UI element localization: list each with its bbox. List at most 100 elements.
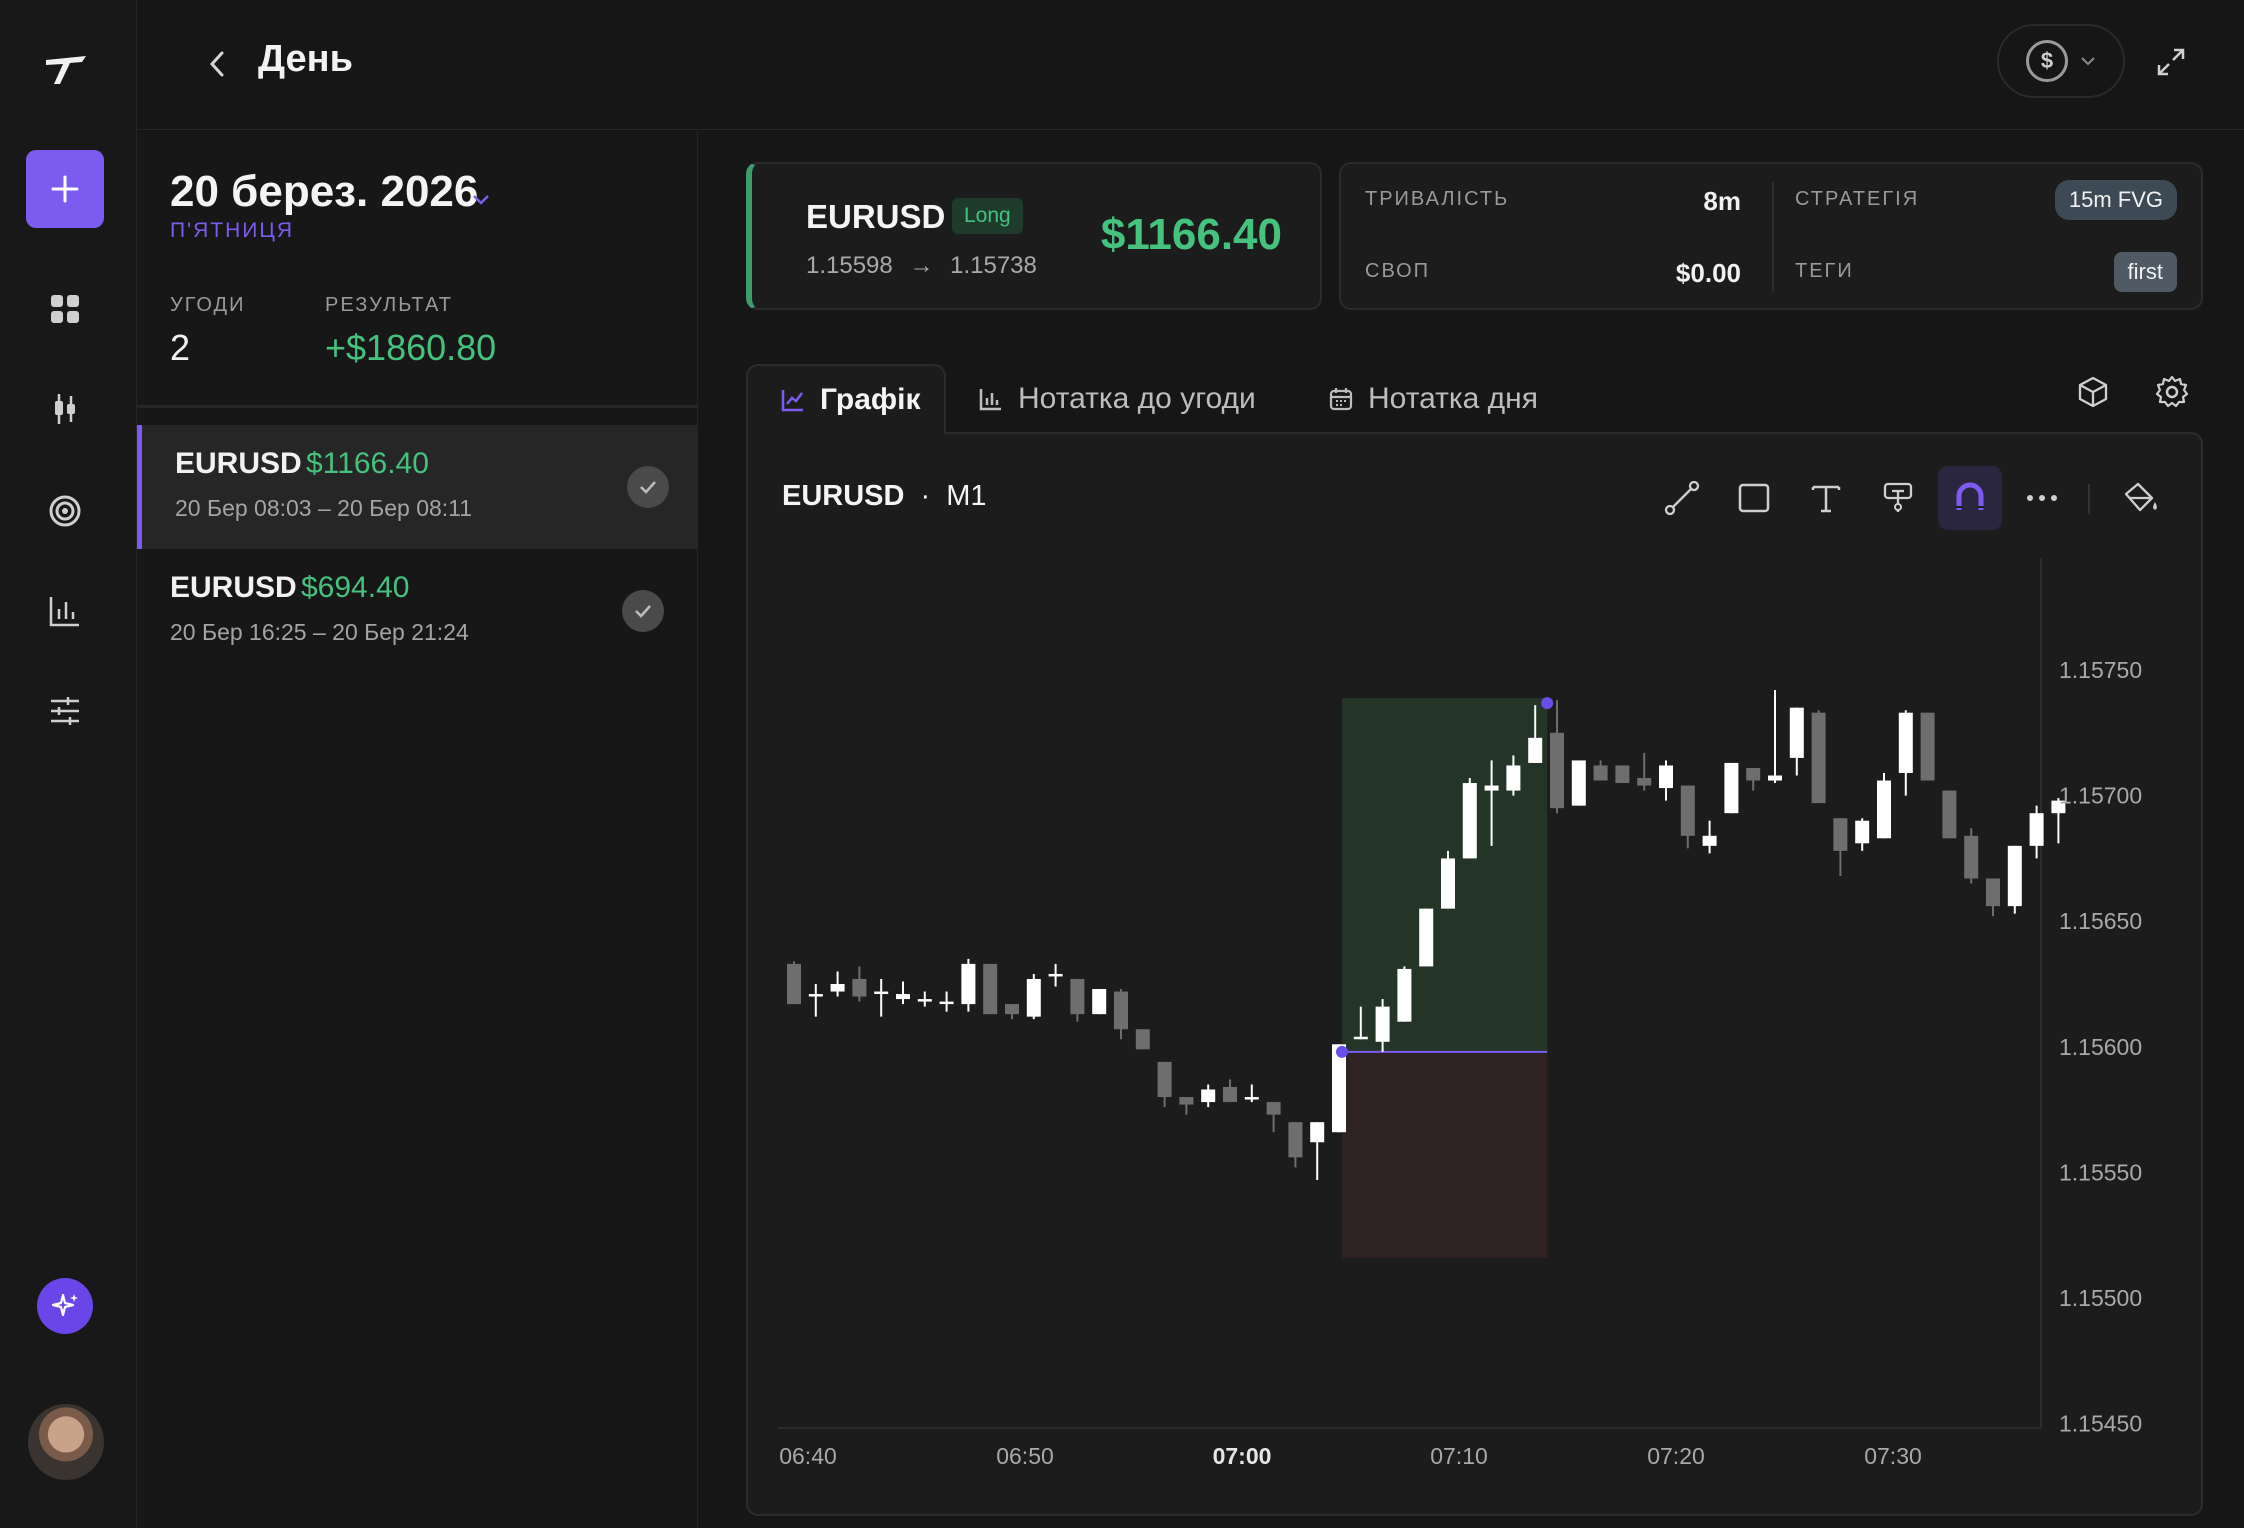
candle-body <box>1310 1122 1325 1143</box>
candle-body <box>1375 1006 1390 1042</box>
candle-body <box>896 994 910 1000</box>
candle-body <box>808 994 823 997</box>
loss-zone <box>1342 1051 1548 1258</box>
gear-icon <box>2155 375 2189 408</box>
candle-body <box>1920 712 1935 781</box>
date-title[interactable]: 20 берез. 2026 <box>170 167 478 217</box>
bar-chart-icon <box>979 389 1001 411</box>
candle-body <box>1048 973 1063 977</box>
chevron-down-icon[interactable] <box>471 193 491 207</box>
plus-icon <box>51 175 79 203</box>
ai-assistant-button[interactable] <box>37 1278 93 1334</box>
trade-list-item[interactable]: EURUSD $694.40 20 Бер 16:25 – 20 Бер 21:… <box>137 549 697 673</box>
weekday-label: П'ЯТНИЦЯ <box>170 219 295 242</box>
candle-body <box>1942 790 1957 839</box>
reports-nav[interactable] <box>40 586 90 636</box>
check-icon <box>627 466 669 508</box>
calendar-icon <box>1329 388 1353 411</box>
add-trade-button[interactable] <box>26 150 104 228</box>
settings-nav[interactable] <box>40 686 90 736</box>
trades-nav[interactable] <box>40 384 90 434</box>
candle-body <box>1986 878 2000 907</box>
candle-body <box>1157 1061 1172 1098</box>
chevron-down-icon <box>2081 57 2095 66</box>
x-tick-label: 06:50 <box>996 1443 1054 1469</box>
tag-pill[interactable]: first <box>2113 252 2177 292</box>
candles-icon <box>55 394 75 424</box>
entry-exit-prices: 1.15598 → 1.15738 <box>806 252 1037 280</box>
candle-body <box>1462 783 1477 859</box>
sliders-icon <box>51 697 79 725</box>
candle-body <box>1353 1036 1368 1040</box>
candle-body <box>961 963 976 1005</box>
chart-settings-button[interactable] <box>2150 370 2194 414</box>
candle-body <box>1724 762 1739 814</box>
user-avatar[interactable] <box>28 1404 104 1480</box>
tab-label: Графік <box>820 383 921 416</box>
y-tick-label: 1.15700 <box>2059 783 2142 809</box>
strategy-pill[interactable]: 15m FVG <box>2054 180 2177 220</box>
goals-nav[interactable] <box>40 486 90 536</box>
trades-count-label: УГОДИ <box>170 294 246 316</box>
candle-body <box>1441 858 1455 909</box>
candlestick-chart[interactable]: 1.15750 1.15700 1.15650 1.15600 1.15550 1.155… <box>748 434 2201 1514</box>
candle-body <box>1179 1097 1194 1105</box>
direction-badge: Long <box>952 198 1023 234</box>
chevron-left-icon <box>209 51 224 77</box>
candle-body <box>2029 813 2044 846</box>
candle-body <box>830 984 845 992</box>
trade-list-item[interactable]: EURUSD $1166.40 20 Бер 08:03 – 20 Бер 08… <box>137 425 697 549</box>
fullscreen-button[interactable] <box>2149 40 2193 84</box>
y-tick-label: 1.15500 <box>2059 1285 2142 1311</box>
candle-body <box>1114 991 1128 1030</box>
tab-day-note[interactable]: Нотатка дня <box>1328 364 1538 434</box>
currency-selector[interactable]: $ <box>1997 24 2125 98</box>
trade-pnl: $694.40 <box>301 571 410 604</box>
top-header: День $ <box>137 0 2244 130</box>
candle-body <box>1484 785 1499 791</box>
bar-chart-icon <box>49 597 79 627</box>
day-panel: 20 берез. 2026 П'ЯТНИЦЯ УГОДИ 2 РЕЗУЛЬТА… <box>137 131 698 1528</box>
arrow-right-icon: → <box>909 252 934 279</box>
tab-label: Нотатка до угоди <box>1018 382 1256 415</box>
entry-marker <box>1336 1045 1348 1058</box>
candle-body <box>1070 978 1085 1015</box>
tab-trade-note[interactable]: Нотатка до угоди <box>978 364 1256 434</box>
candle-body <box>1419 908 1434 967</box>
candle-body <box>1288 1122 1303 1158</box>
candle-body <box>1615 765 1630 784</box>
candle-body <box>852 978 867 997</box>
candle-body <box>1680 785 1695 836</box>
candle-body <box>1702 835 1717 846</box>
tab-label: Нотатка дня <box>1368 382 1538 415</box>
trades-count-value: 2 <box>170 327 191 368</box>
candle-body <box>1550 732 1564 809</box>
y-tick-label: 1.15450 <box>2059 1411 2142 1437</box>
x-tick-label: 06:40 <box>779 1443 837 1469</box>
candle-body <box>1637 778 1652 786</box>
candle-body <box>1223 1086 1237 1103</box>
tags-label: ТЕГИ <box>1795 260 1854 282</box>
candle-body <box>1877 780 1891 839</box>
candle-body <box>1397 968 1412 1022</box>
page-title: День <box>258 38 353 80</box>
app-logo[interactable] <box>40 50 94 90</box>
trade-time-range: 20 Бер 16:25 – 20 Бер 21:24 <box>170 619 469 645</box>
dashboard-nav[interactable] <box>40 284 90 334</box>
trade-symbol: EURUSD <box>806 198 946 235</box>
strategy-label: СТРАТЕГІЯ <box>1795 188 1920 210</box>
candle-body <box>874 991 889 995</box>
candle-body <box>1746 767 1761 781</box>
trade-summary-card: EURUSD Long 1.15598 → 1.15738 $1166.40 <box>746 162 1322 310</box>
candle-body <box>1266 1102 1281 1115</box>
trade-meta-card: ТРИВАЛІСТЬ 8m СВОП $0.00 СТРАТЕГІЯ 15m F… <box>1339 162 2203 310</box>
result-label: РЕЗУЛЬТАТ <box>325 294 453 316</box>
candle-body <box>1811 712 1826 804</box>
3d-view-button[interactable] <box>2071 370 2115 414</box>
candle-body <box>1571 760 1586 806</box>
x-tick-label: 07:30 <box>1864 1443 1922 1469</box>
tab-chart[interactable]: Графік <box>746 364 946 434</box>
trade-pnl-large: $1166.40 <box>1100 210 1282 259</box>
back-button[interactable] <box>197 44 237 84</box>
candle-body <box>1528 737 1543 763</box>
